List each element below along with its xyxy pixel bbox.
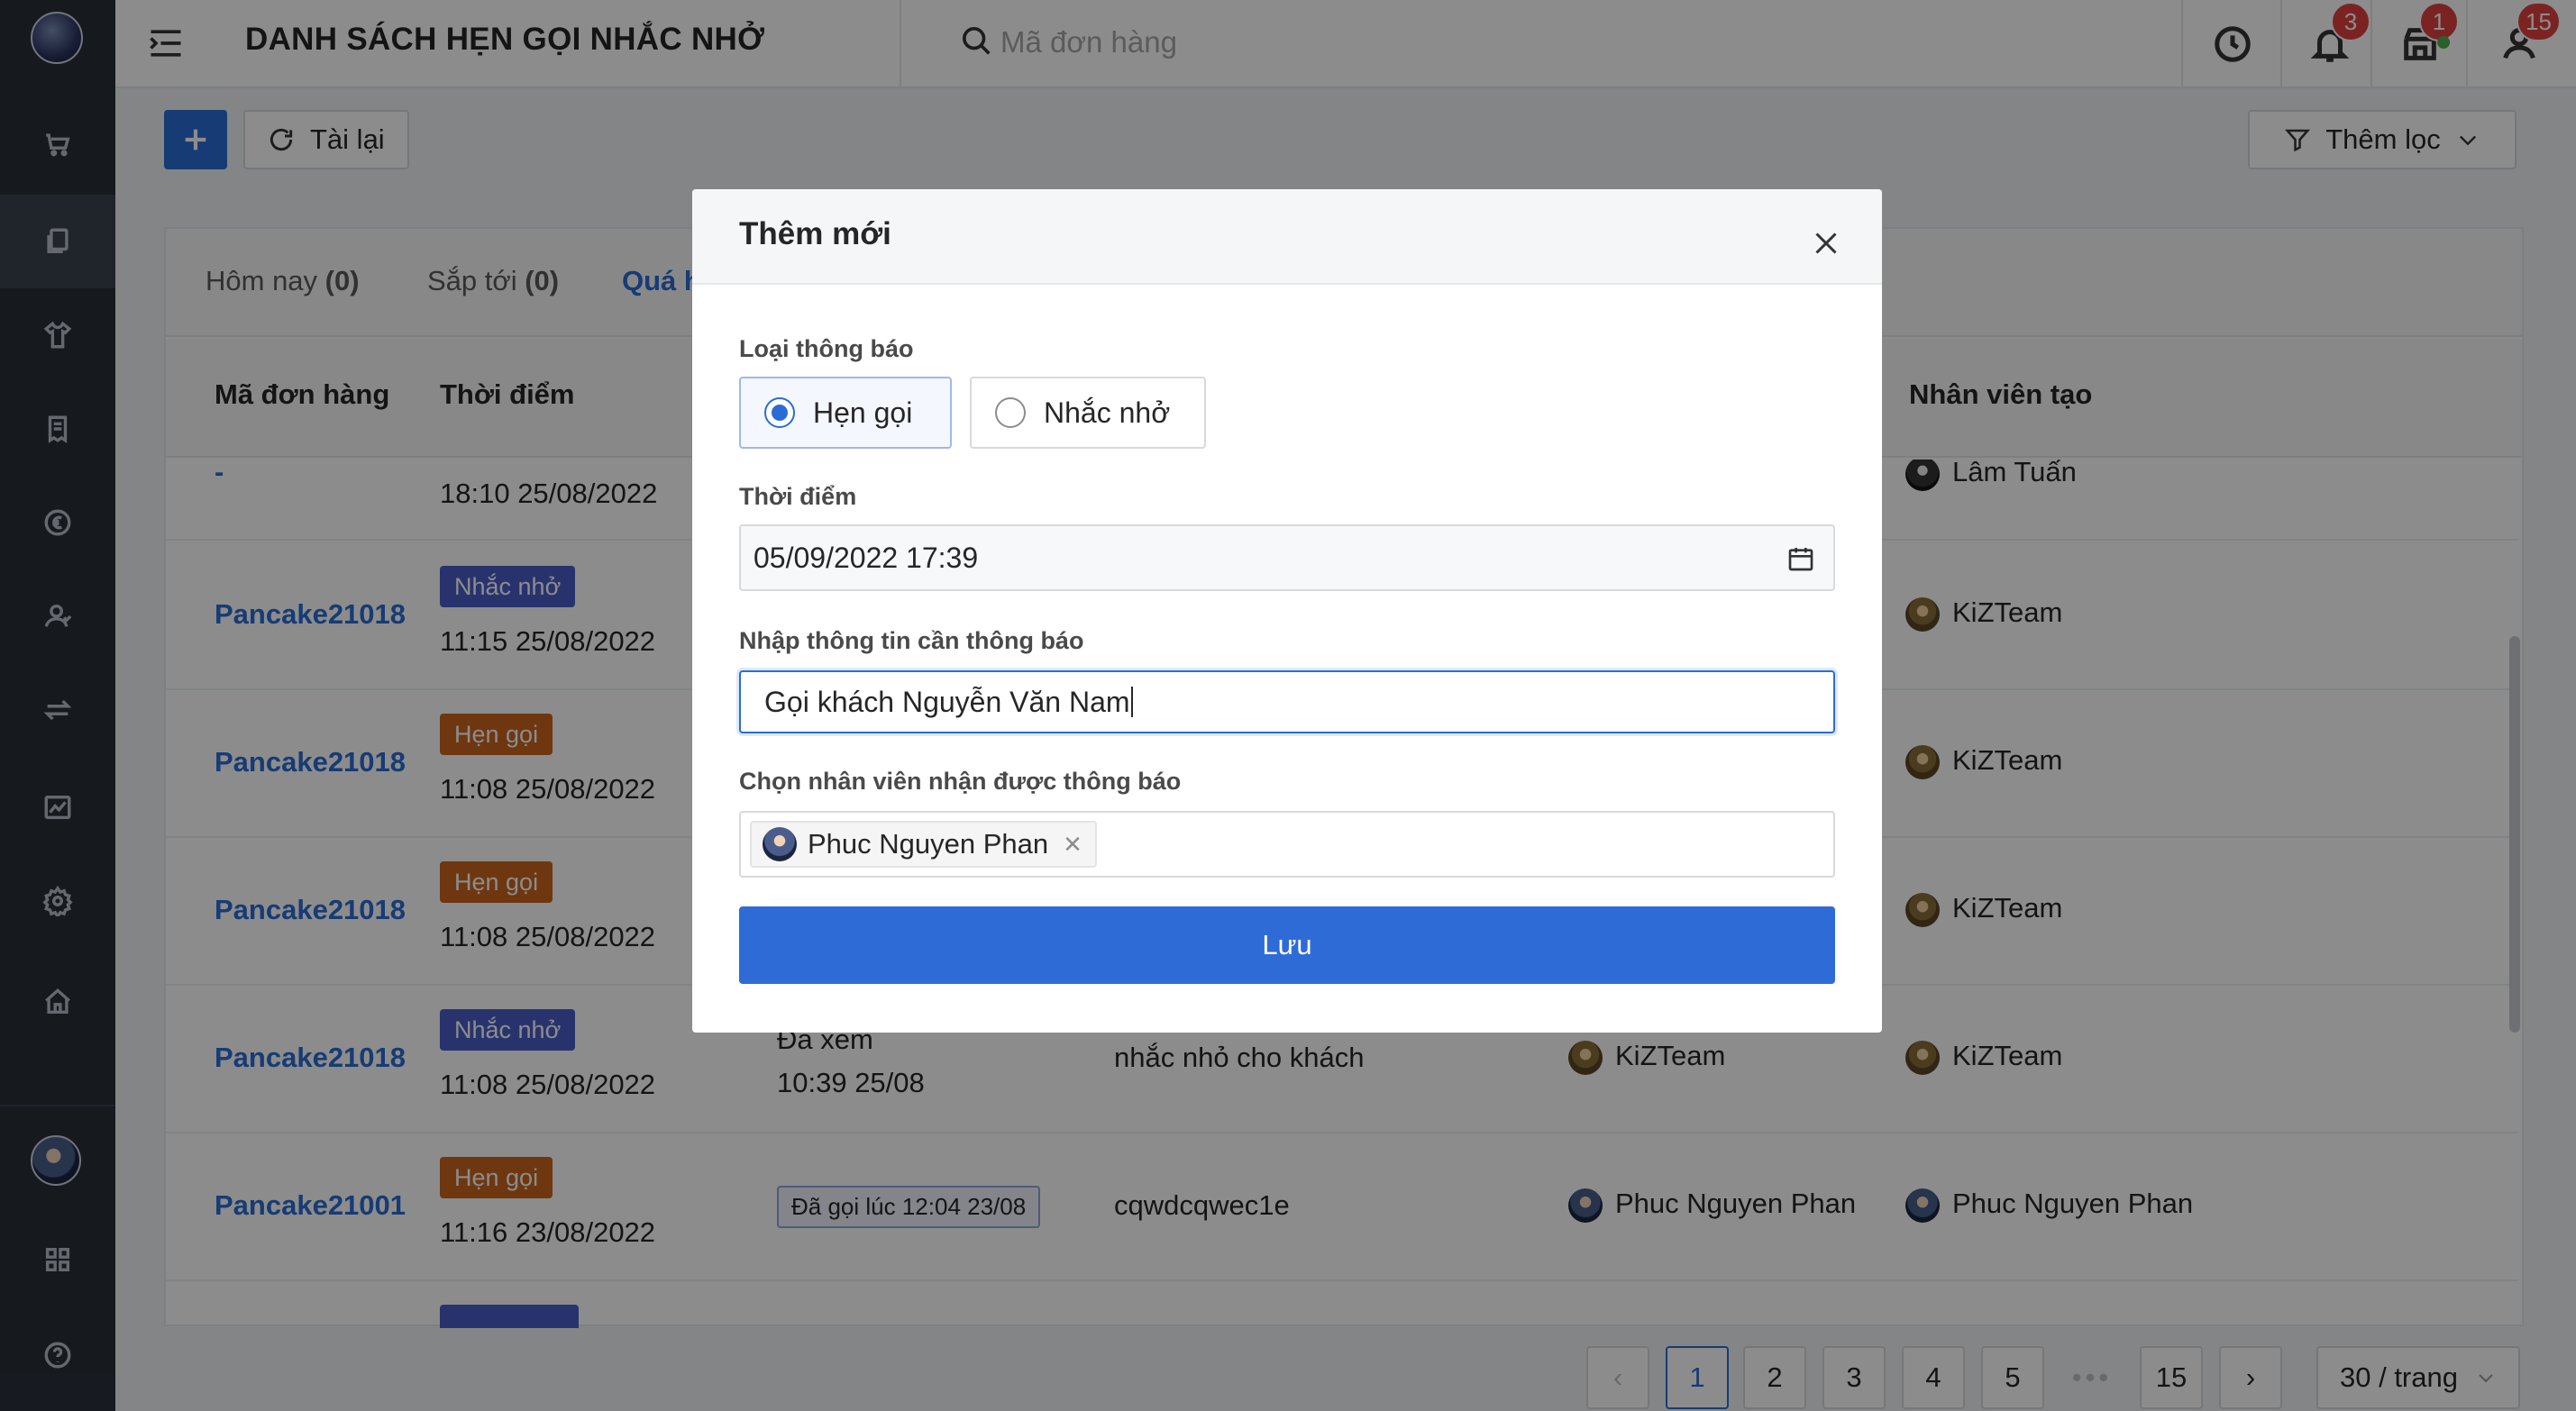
info-input[interactable]: Gọi khách Nguyễn Văn Nam [739,670,1835,733]
radio-dot [764,397,795,428]
radio-dot [995,397,1026,428]
add-reminder-modal: Thêm mới Loại thông báo Hẹn gọi Nhắc nhở… [692,189,1882,1033]
radio-nhac-nho[interactable]: Nhắc nhở [970,377,1206,449]
staff-label: Chọn nhân viên nhận được thông báo [739,768,1182,795]
remove-chip-icon[interactable]: ✕ [1063,831,1082,859]
radio-hen-goi[interactable]: Hẹn gọi [739,377,952,449]
modal-header: Thêm mới [692,189,1882,285]
save-button[interactable]: Lưu [739,906,1835,984]
staff-select[interactable]: Phuc Nguyen Phan ✕ [739,811,1835,878]
staff-avatar [763,827,797,861]
staff-chip: Phuc Nguyen Phan ✕ [750,821,1097,868]
modal-title: Thêm mới [739,216,891,251]
datetime-value: 05/09/2022 17:39 [754,541,979,574]
datetime-picker[interactable]: 05/09/2022 17:39 [739,524,1835,591]
info-label: Nhập thông tin cần thông báo [739,627,1084,654]
close-icon[interactable] [1810,227,1842,259]
text-cursor [1130,687,1133,717]
calendar-icon [1788,548,1813,571]
info-value: Gọi khách Nguyễn Văn Nam [764,685,1130,718]
type-label: Loại thông báo [739,335,914,362]
time-label: Thời điểm [739,483,857,510]
